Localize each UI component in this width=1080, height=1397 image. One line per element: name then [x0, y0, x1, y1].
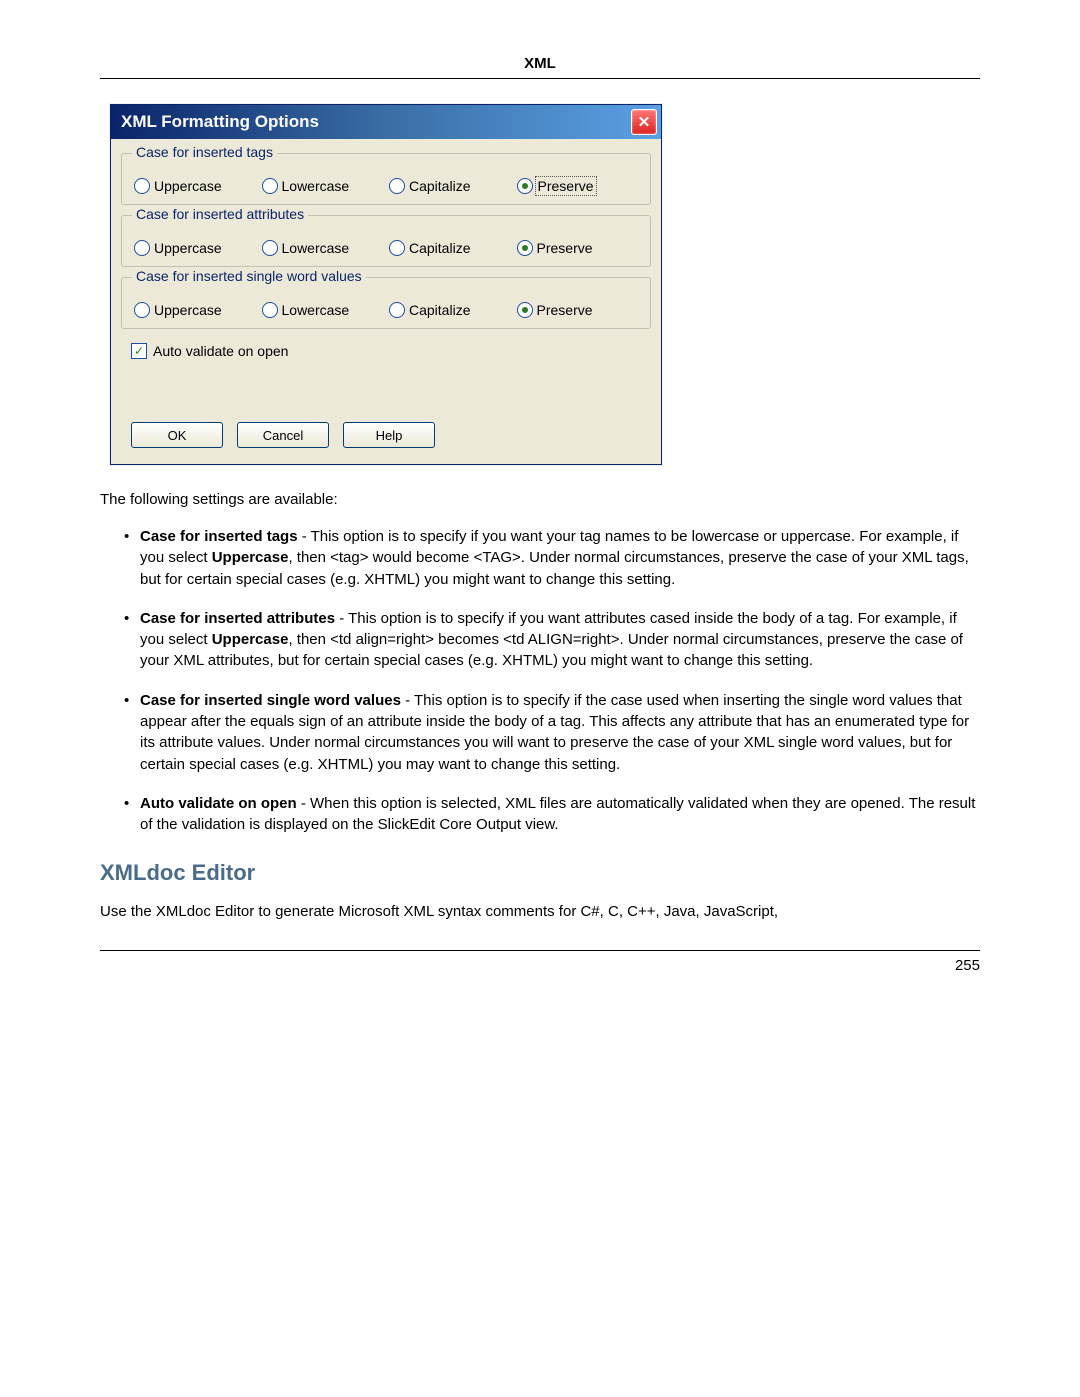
- checkbox-icon: ✓: [131, 343, 147, 359]
- radio-tags-lowercase[interactable]: Lowercase: [262, 178, 384, 194]
- radio-tags-preserve[interactable]: Preserve: [517, 178, 639, 194]
- section-text: Use the XMLdoc Editor to generate Micros…: [100, 901, 980, 922]
- radio-icon: [262, 302, 278, 318]
- page-header: XML: [100, 55, 980, 78]
- radio-val-capitalize[interactable]: Capitalize: [389, 302, 511, 318]
- ok-button[interactable]: OK: [131, 422, 223, 448]
- radio-icon: [262, 178, 278, 194]
- list-item: Auto validate on open - When this option…: [124, 793, 980, 836]
- help-button[interactable]: Help: [343, 422, 435, 448]
- term: Case for inserted single word values: [140, 692, 401, 709]
- radio-tags-capitalize[interactable]: Capitalize: [389, 178, 511, 194]
- group-attributes-legend: Case for inserted attributes: [132, 206, 308, 222]
- radio-attr-capitalize[interactable]: Capitalize: [389, 240, 511, 256]
- radio-icon: [389, 302, 405, 318]
- checkbox-label: Auto validate on open: [153, 343, 288, 359]
- footer-rule: [100, 950, 980, 951]
- radio-label: Preserve: [537, 240, 593, 256]
- radio-label: Preserve: [537, 302, 593, 318]
- radio-icon: [389, 178, 405, 194]
- radio-val-preserve[interactable]: Preserve: [517, 302, 639, 318]
- group-values: Case for inserted single word values Upp…: [121, 277, 651, 329]
- radio-attr-lowercase[interactable]: Lowercase: [262, 240, 384, 256]
- group-attributes: Case for inserted attributes Uppercase L…: [121, 215, 651, 267]
- close-icon[interactable]: ✕: [631, 109, 657, 135]
- radio-icon: [134, 302, 150, 318]
- radio-attr-uppercase[interactable]: Uppercase: [134, 240, 256, 256]
- radio-val-uppercase[interactable]: Uppercase: [134, 302, 256, 318]
- page-number: 255: [100, 957, 980, 974]
- group-values-legend: Case for inserted single word values: [132, 268, 366, 284]
- list-item: Case for inserted tags - This option is …: [124, 526, 980, 590]
- radio-icon: [517, 178, 533, 194]
- group-tags: Case for inserted tags Uppercase Lowerca…: [121, 153, 651, 205]
- radio-tags-uppercase[interactable]: Uppercase: [134, 178, 256, 194]
- radio-icon: [517, 302, 533, 318]
- radio-icon: [134, 178, 150, 194]
- cancel-button[interactable]: Cancel: [237, 422, 329, 448]
- radio-label: Capitalize: [409, 302, 470, 318]
- radio-icon: [517, 240, 533, 256]
- dialog-title: XML Formatting Options: [121, 112, 319, 132]
- group-tags-legend: Case for inserted tags: [132, 144, 277, 160]
- radio-label: Capitalize: [409, 178, 470, 194]
- list-item: Case for inserted single word values - T…: [124, 690, 980, 775]
- radio-label: Lowercase: [282, 240, 350, 256]
- section-title-xmldoc: XMLdoc Editor: [100, 860, 980, 886]
- term: Case for inserted attributes: [140, 610, 335, 627]
- radio-label: Capitalize: [409, 240, 470, 256]
- radio-icon: [134, 240, 150, 256]
- radio-icon: [262, 240, 278, 256]
- term: Case for inserted tags: [140, 528, 298, 545]
- radio-val-lowercase[interactable]: Lowercase: [262, 302, 384, 318]
- settings-list: Case for inserted tags - This option is …: [100, 526, 980, 836]
- radio-icon: [389, 240, 405, 256]
- bold: Uppercase: [212, 631, 289, 648]
- checkbox-auto-validate[interactable]: ✓ Auto validate on open: [121, 339, 651, 367]
- header-rule: [100, 78, 980, 79]
- radio-label: Uppercase: [154, 178, 222, 194]
- radio-label: Uppercase: [154, 302, 222, 318]
- radio-label: Lowercase: [282, 302, 350, 318]
- radio-label: Preserve: [537, 178, 595, 194]
- list-item: Case for inserted attributes - This opti…: [124, 608, 980, 672]
- bold: Uppercase: [212, 549, 289, 566]
- dialog-titlebar: XML Formatting Options ✕: [111, 105, 661, 139]
- radio-label: Uppercase: [154, 240, 222, 256]
- radio-label: Lowercase: [282, 178, 350, 194]
- radio-attr-preserve[interactable]: Preserve: [517, 240, 639, 256]
- xml-options-dialog: XML Formatting Options ✕ Case for insert…: [110, 104, 662, 465]
- settings-intro: The following settings are available:: [100, 491, 980, 508]
- term: Auto validate on open: [140, 795, 297, 812]
